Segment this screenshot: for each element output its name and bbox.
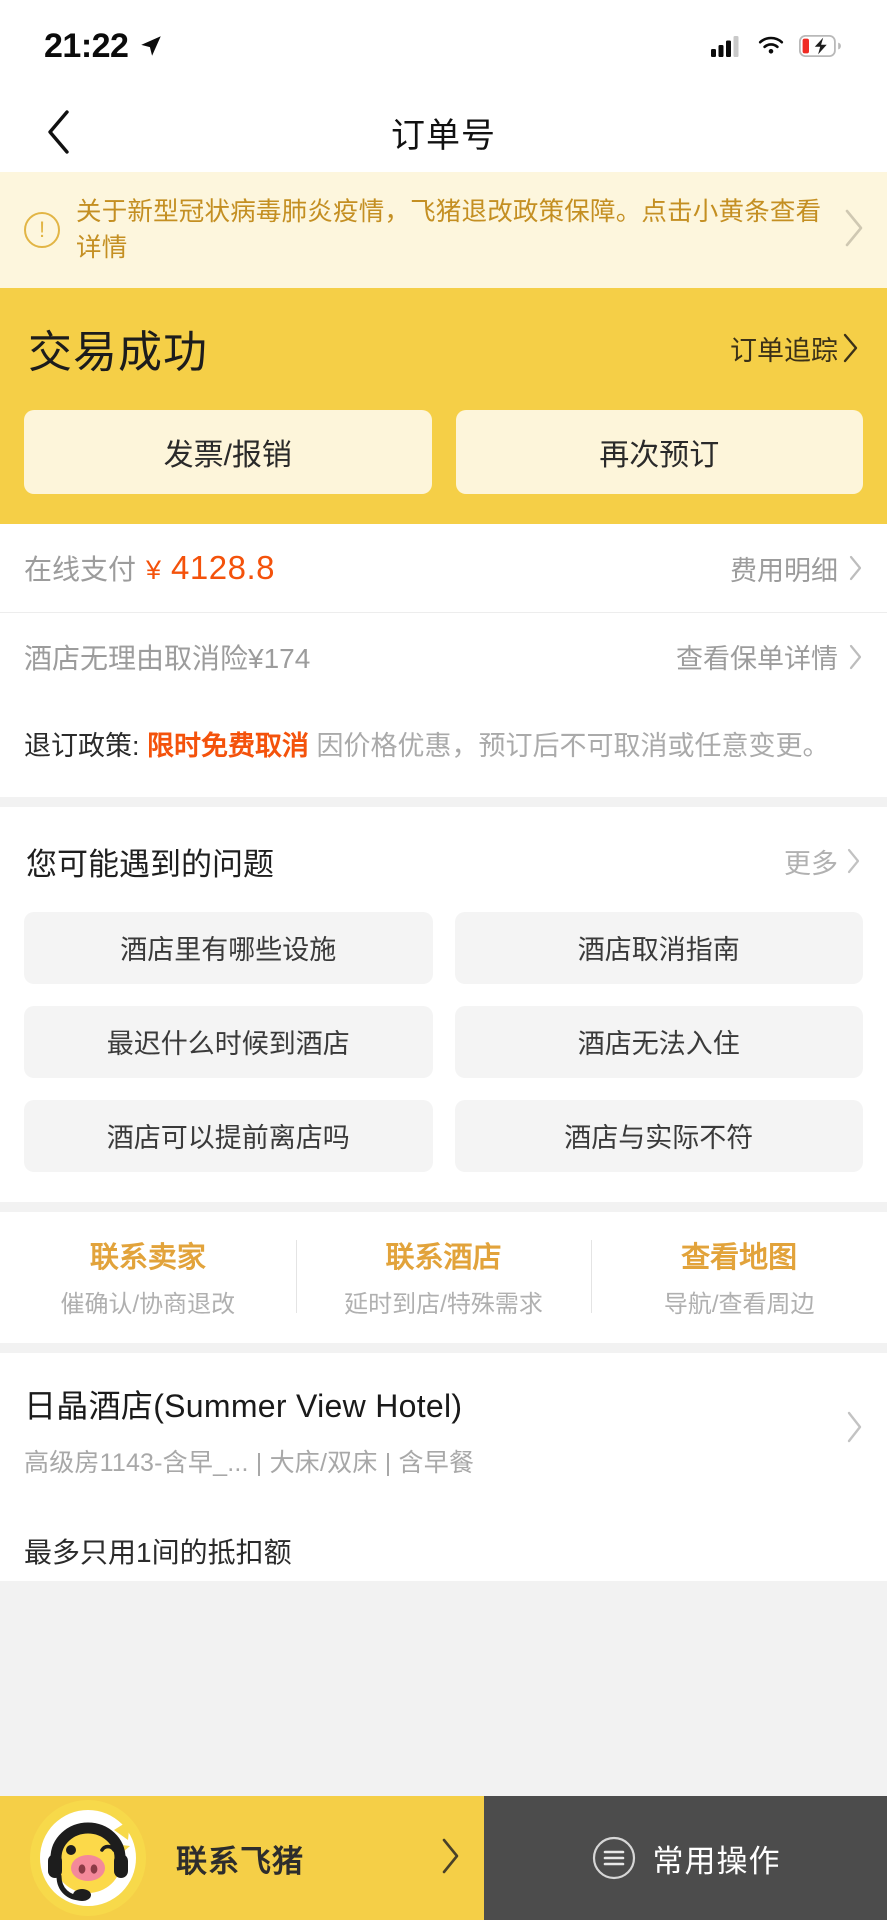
faq-more-link[interactable]: 更多 <box>784 842 861 881</box>
section-divider-2 <box>0 1201 887 1212</box>
status-time: 21:22 <box>44 26 129 65</box>
faq-title: 您可能遇到的问题 <box>26 846 274 882</box>
order-tracking-link[interactable]: 订单追踪 <box>730 329 859 368</box>
refund-policy-highlight: 限时免费取消 <box>147 731 310 762</box>
chevron-right-icon <box>843 208 865 253</box>
policy-detail-link[interactable]: 查看保单详情 <box>676 637 863 676</box>
section-divider-3 <box>0 1342 887 1353</box>
insurance-label: 酒店无理由取消险¥174 <box>24 642 311 674</box>
fee-detail-label: 费用明细 <box>730 555 838 586</box>
contact-hotel-action[interactable]: 联系酒店 延时到店/特殊需求 <box>295 1234 592 1319</box>
clipped-next-row: 最多只用1间的抵扣额 <box>0 1508 887 1581</box>
insurance-left: 酒店无理由取消险¥174 <box>24 637 310 677</box>
order-action-buttons: 发票/报销 再次预订 <box>24 410 863 495</box>
view-map-title: 查看地图 <box>681 1241 798 1274</box>
location-arrow-icon <box>141 36 162 56</box>
hotel-name: 日晶酒店(Summer View Hotel) <box>24 1387 463 1424</box>
chevron-right-icon <box>849 556 862 581</box>
bottom-action-bar: 联系飞猪 常用操作 <box>0 1796 887 1920</box>
cellular-signal-icon <box>711 36 739 57</box>
fee-detail-link[interactable]: 费用明细 <box>730 549 863 588</box>
invoice-button[interactable]: 发票/报销 <box>24 410 432 495</box>
status-bar: 21:22 <box>0 0 887 92</box>
contact-seller-title: 联系卖家 <box>89 1241 206 1274</box>
faq-chip-cannot-checkin[interactable]: 酒店无法入住 <box>454 1005 863 1078</box>
order-status-title: 交易成功 <box>28 328 208 378</box>
covid-notice-text: 关于新型冠状病毒肺炎疫情，飞猪退改政策保障。点击小黄条查看详情 <box>76 198 822 263</box>
cancellation-insurance-row[interactable]: 酒店无理由取消险¥174 查看保单详情 <box>0 612 887 700</box>
faq-chip-facilities[interactable]: 酒店里有哪些设施 <box>24 911 433 984</box>
contact-seller-action[interactable]: 联系卖家 催确认/协商退改 <box>0 1234 296 1319</box>
chevron-right-icon <box>849 644 862 670</box>
navigation-bar: 订单号 <box>0 92 887 172</box>
chevron-right-icon <box>845 1411 863 1448</box>
chevron-right-icon <box>843 334 858 363</box>
app-screen: 21:22 订单号 ! 关于新型冠状病毒肺炎疫情，飞猪退改政策保障。点击小黄条查… <box>0 0 887 1920</box>
online-payment-left: 在线支付 ¥ 4128.8 <box>24 548 275 588</box>
hotel-info-main: 日晶酒店(Summer View Hotel) 高级房1143-含早_... |… <box>24 1381 831 1479</box>
wifi-icon <box>758 36 784 54</box>
clipped-next-row-text: 最多只用1间的抵扣额 <box>24 1536 292 1568</box>
faq-chip-cancel-guide[interactable]: 酒店取消指南 <box>454 911 863 984</box>
payment-section: 在线支付 ¥ 4128.8 费用明细 酒店无理由取消险¥174 查看保单详情 <box>0 524 887 701</box>
page-title: 订单号 <box>391 116 496 155</box>
battery-charging-icon <box>799 35 841 57</box>
status-bar-right <box>711 34 841 58</box>
online-payment-row[interactable]: 在线支付 ¥ 4128.8 费用明细 <box>0 524 887 612</box>
faq-chip-grid: 酒店里有哪些设施 酒店取消指南 最迟什么时候到酒店 酒店无法入住 酒店可以提前离… <box>24 911 863 1172</box>
order-tracking-label: 订单追踪 <box>730 335 838 366</box>
contact-seller-sub: 催确认/协商退改 <box>60 1290 236 1318</box>
policy-detail-label: 查看保单详情 <box>676 644 838 675</box>
covid-notice-banner[interactable]: ! 关于新型冠状病毒肺炎疫情，飞猪退改政策保障。点击小黄条查看详情 <box>0 172 887 289</box>
contact-actions-row: 联系卖家 催确认/协商退改 联系酒店 延时到店/特殊需求 查看地图 导航/查看周… <box>0 1211 887 1343</box>
payment-amount: 4128.8 <box>171 549 275 587</box>
hotel-room-info: 高级房1143-含早_... | 大床/双床 | 含早餐 <box>24 1448 475 1477</box>
chevron-left-icon <box>48 110 69 154</box>
back-button[interactable] <box>30 103 88 161</box>
contact-feizhu-button[interactable]: 联系飞猪 <box>0 1796 484 1920</box>
exclamation-circle-icon: ! <box>24 212 60 249</box>
refund-policy-section: 退订政策: 限时免费取消 因价格优惠，预订后不可取消或任意变更。 <box>0 700 887 797</box>
list-menu-circle-icon <box>592 1836 635 1880</box>
view-map-sub: 导航/查看周边 <box>663 1290 815 1318</box>
contact-hotel-sub: 延时到店/特殊需求 <box>344 1290 543 1318</box>
contact-feizhu-label: 联系飞猪 <box>176 1843 304 1879</box>
contact-hotel-title: 联系酒店 <box>385 1241 502 1274</box>
status-bar-left: 21:22 <box>44 27 164 66</box>
faq-chip-mismatch[interactable]: 酒店与实际不符 <box>454 1099 863 1172</box>
section-divider <box>0 796 887 807</box>
hotel-info-row[interactable]: 日晶酒店(Summer View Hotel) 高级房1143-含早_... |… <box>0 1352 887 1509</box>
faq-more-label: 更多 <box>784 848 838 879</box>
faq-chip-latest-arrival[interactable]: 最迟什么时候到酒店 <box>24 1005 433 1078</box>
rebook-button[interactable]: 再次预订 <box>455 410 863 495</box>
common-operations-button[interactable]: 常用操作 <box>484 1796 887 1920</box>
faq-section: 您可能遇到的问题 更多 酒店里有哪些设施 酒店取消指南 最迟什么时候到酒店 酒店… <box>0 806 887 1202</box>
faq-chip-early-checkout[interactable]: 酒店可以提前离店吗 <box>24 1099 433 1172</box>
chevron-right-icon <box>847 849 860 874</box>
faq-header: 您可能遇到的问题 更多 <box>24 833 863 894</box>
refund-policy-rest: 因价格优惠，预订后不可取消或任意变更。 <box>316 731 830 762</box>
order-status-header: 交易成功 订单追踪 <box>24 316 863 380</box>
feizhu-pig-headset-icon <box>30 1800 146 1916</box>
refund-policy-key: 退订政策: <box>24 731 140 762</box>
view-map-action[interactable]: 查看地图 导航/查看周边 <box>591 1234 887 1319</box>
refund-policy-text: 退订政策: 限时免费取消 因价格优惠，预订后不可取消或任意变更。 <box>24 726 863 767</box>
currency-symbol: ¥ <box>146 555 162 586</box>
order-status-card: 交易成功 订单追踪 发票/报销 再次预订 <box>0 288 887 525</box>
online-payment-label: 在线支付 <box>24 554 137 586</box>
chevron-right-icon <box>440 1838 460 1879</box>
common-operations-label: 常用操作 <box>652 1843 781 1879</box>
